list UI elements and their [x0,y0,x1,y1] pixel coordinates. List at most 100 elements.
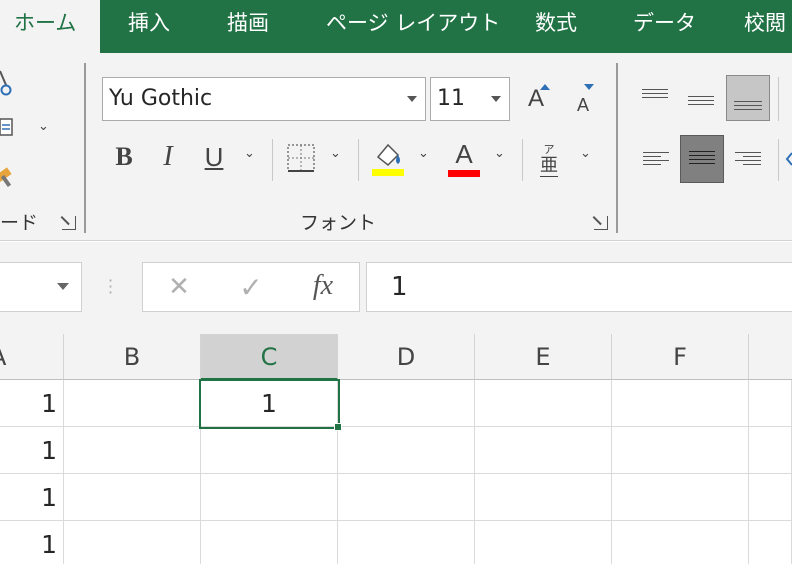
cell-c2[interactable] [201,427,338,474]
cell-b4[interactable] [64,521,201,564]
cell-g3[interactable] [749,474,792,521]
borders-button[interactable] [286,143,316,173]
ribbon-tab-bar: ホーム 挿入 描画 ページ レイアウト 数式 データ 校閲 [0,0,792,53]
underline-button[interactable]: U [198,137,230,177]
tab-draw[interactable]: 描画 [227,0,269,53]
column-header-g[interactable] [749,334,792,380]
cell-e3[interactable] [475,474,612,521]
cell-g4[interactable] [749,521,792,564]
cut-icon[interactable] [0,67,14,97]
fill-handle[interactable] [334,423,342,431]
divider [778,77,779,121]
cell-f4[interactable] [612,521,749,564]
formula-bar-resize-handle[interactable]: · · · [108,273,114,301]
column-header-d[interactable]: D [338,334,475,380]
divider [522,139,523,181]
name-box-dropdown-icon[interactable] [57,283,69,290]
font-name-dropdown-icon[interactable] [407,96,417,102]
decrease-indent-icon[interactable] [784,149,792,169]
italic-button[interactable]: I [152,137,184,177]
font-dialog-launcher-icon[interactable] [594,216,608,230]
fill-color-button[interactable] [370,137,406,179]
shrink-font-button[interactable]: A [568,83,598,119]
align-top-button[interactable] [638,81,672,109]
cell-d1[interactable] [338,380,475,427]
copy-dropdown-chevron-icon[interactable]: ⌄ [38,119,49,134]
format-painter-icon[interactable] [0,159,16,191]
copy-icon[interactable] [0,115,16,145]
align-bottom-button[interactable] [726,75,770,121]
align-right-button[interactable] [732,145,764,175]
cell-c4[interactable] [201,521,338,564]
cell-b2[interactable] [64,427,201,474]
cell-c1[interactable]: 1 [201,380,338,427]
formula-input[interactable]: 1 [366,262,792,312]
divider [358,139,359,181]
borders-dropdown-icon[interactable]: ⌄ [330,146,341,161]
phonetic-bottom-icon: 亜 [540,154,558,177]
column-header-c[interactable]: C [201,334,338,380]
cell-g2[interactable] [749,427,792,474]
borders-icon [287,144,315,172]
fill-color-dropdown-icon[interactable]: ⌄ [418,146,429,161]
tab-home[interactable]: ホーム [0,0,100,53]
align-middle-button[interactable] [684,87,718,117]
tab-insert[interactable]: 挿入 [128,0,170,53]
cell-f2[interactable] [612,427,749,474]
cell-f3[interactable] [612,474,749,521]
cell-c3[interactable] [201,474,338,521]
font-color-icon: A [455,139,473,169]
cell-e1[interactable] [475,380,612,427]
name-box[interactable] [0,262,82,312]
clipboard-dialog-launcher-icon[interactable] [62,216,76,230]
cancel-edit-icon[interactable]: ✕ [161,269,197,305]
phonetic-dropdown-icon[interactable]: ⌄ [580,146,591,161]
cell-d2[interactable] [338,427,475,474]
cell-d3[interactable] [338,474,475,521]
divider [272,139,273,181]
cell-a1[interactable]: 1 [0,380,64,427]
align-center-button[interactable] [680,135,724,183]
column-header-a[interactable]: A [0,334,64,380]
align-left-icon [643,152,669,168]
font-size-dropdown-icon[interactable] [491,96,501,102]
confirm-edit-icon[interactable]: ✓ [233,269,269,305]
grow-font-button[interactable]: A [520,79,552,119]
cell-g1[interactable] [749,380,792,427]
cell-a3[interactable]: 1 [0,474,64,521]
font-group-label: フォント [300,212,377,234]
column-header-b[interactable]: B [64,334,201,380]
underline-dropdown-icon[interactable]: ⌄ [244,146,255,161]
tab-page-layout[interactable]: ページ レイアウト [326,0,500,53]
formula-buttons: ✕ ✓ fx [142,262,360,312]
cell-e2[interactable] [475,427,612,474]
align-middle-icon [688,96,714,108]
insert-function-icon[interactable]: fx [303,267,343,305]
cell-a4[interactable]: 1 [0,521,64,564]
align-center-icon [689,151,715,167]
cell-a2[interactable]: 1 [0,427,64,474]
tab-formulas[interactable]: 数式 [535,0,577,53]
group-divider [616,63,618,233]
cell-d4[interactable] [338,521,475,564]
font-name-combo[interactable]: Yu Gothic [102,77,426,121]
font-color-button[interactable]: A [446,137,482,179]
cell-f1[interactable] [612,380,749,427]
shrink-font-icon: A [576,94,589,115]
divider [778,139,779,181]
group-divider [84,63,86,233]
font-color-dropdown-icon[interactable]: ⌄ [494,146,505,161]
cell-b3[interactable] [64,474,201,521]
shrink-arrow-icon [584,84,594,90]
tab-data[interactable]: データ [633,0,696,53]
bold-button[interactable]: B [108,137,140,177]
font-size-combo[interactable]: 11 [430,77,510,121]
tab-review[interactable]: 校閲 [744,0,786,53]
cell-b1[interactable] [64,380,201,427]
column-header-f[interactable]: F [612,334,749,380]
align-left-button[interactable] [640,145,672,175]
phonetic-guide-button[interactable]: ア 亜 [536,139,562,181]
column-header-e[interactable]: E [475,334,612,380]
cell-e4[interactable] [475,521,612,564]
fill-color-icon [372,143,404,176]
